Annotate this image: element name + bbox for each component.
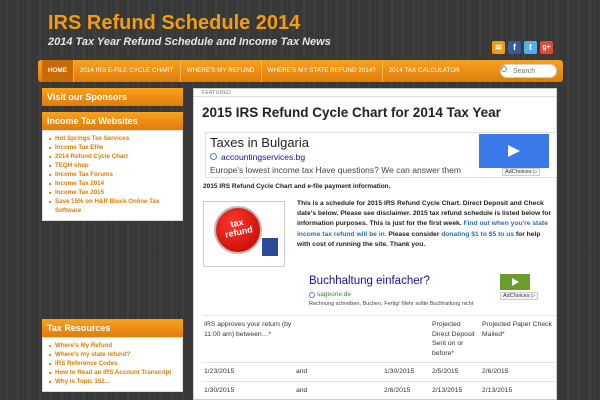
table-header-cell: Projected Paper Check Mailed* [480,315,556,363]
nav-efile-cycle-chart[interactable]: 2014 IRS E-FILE CYCLE CHART [74,60,181,82]
sidebar-link[interactable]: IRS Reference Codes [49,359,179,368]
post-subhead: 2015 IRS Refund Cycle Chart and e-file p… [203,183,391,190]
rss-icon[interactable]: ≋ [492,41,505,54]
table-cell: 1/30/2015 [382,362,430,381]
table-cell: 2/13/2015 [430,380,480,399]
sidebar-link[interactable]: Save 15% on H&R Block Online Tax Softwar… [49,197,179,215]
sidebar-link[interactable]: Hot Springs Tax Services [49,134,179,143]
social-icons: ≋ f t g+ [492,41,553,54]
table-header-cell [382,315,430,363]
ad-banner-taxes-bulgaria[interactable]: Taxes in Bulgaria accountingservices.bg … [205,132,557,178]
nav-state-refund[interactable]: WHERE'S MY STATE REFUND 2014? [262,60,383,82]
nav-wheres-my-refund[interactable]: WHERE'S MY REFUND [181,60,262,82]
ad-banner-sageone[interactable]: Buchhaltung einfacher? sageone.de Rechnu… [306,274,546,312]
sidebar: Visit our Sponsors Income Tax Websites H… [42,88,183,392]
divider [194,96,556,97]
main-nav: HOME 2014 IRS E-FILE CYCLE CHART WHERE'S… [38,60,563,82]
globe-icon [210,153,217,160]
google-plus-icon[interactable]: g+ [540,41,553,54]
sidebar-link[interactable]: 2014 Refund Cycle Chart [49,152,179,161]
ad-url[interactable]: accountingservices.bg [221,152,305,162]
tax-refund-image: tax refund [203,201,285,267]
ad-arrow-button[interactable] [500,274,530,290]
table-cell: 1/30/2015 [202,380,294,399]
table-header-cell: IRS approves your return (by 11:00 am) b… [202,315,294,363]
table-cell: 2/6/2015 [382,380,430,399]
ad-description: Europe's lowest income tax Have question… [210,165,461,175]
table-header-cell: Projected Direct Deposit Sent on or befo… [430,315,480,363]
resources-heading: Tax Resources [42,319,183,337]
ad-title[interactable]: Taxes in Bulgaria [210,135,309,150]
ad-url[interactable]: sageone.de [317,291,351,298]
site-header: IRS Refund Schedule 2014 2014 Tax Year R… [0,0,600,58]
search-input[interactable] [500,64,557,78]
site-subtitle: 2014 Tax Year Refund Schedule and Income… [48,36,331,48]
sidebar-link[interactable]: Where's My Refund [49,341,179,350]
sidebar-link[interactable]: How to Read an IRS Account Transcript [49,368,179,377]
tag-graphic [262,238,278,256]
globe-icon [309,292,315,298]
resources-list: Where's My Refund Where's my state refun… [42,337,183,392]
facebook-icon[interactable]: f [508,41,521,54]
refund-schedule-table: IRS approves your return (by 11:00 am) b… [202,315,556,399]
sidebar-link[interactable]: Income Tax Forums [49,170,179,179]
main-content: FEATURED 2015 IRS Refund Cycle Chart for… [193,88,557,400]
table-cell: 2/5/2015 [430,362,480,381]
table-row: 1/30/2015 and 2/6/2015 2/13/2015 2/13/20… [202,380,556,399]
table-cell: 2/6/2015 [480,362,556,381]
sponsors-heading: Visit our Sponsors [42,88,183,106]
donate-link[interactable]: donating $1 to $5 to us [441,231,514,238]
sidebar-link[interactable]: Income Tax 2014 [49,179,179,188]
sidebar-link[interactable]: Income Tax 2015 [49,188,179,197]
sidebar-link[interactable]: Income Tax Efile [49,143,179,152]
websites-list: Hot Springs Tax Services Income Tax Efil… [42,130,183,221]
site-title[interactable]: IRS Refund Schedule 2014 [48,12,300,35]
ad-arrow-button[interactable] [479,134,549,168]
post-intro: This is a schedule for 2015 IRS Refund C… [297,200,552,248]
ad-description: Rechnung schreiben, Buchen, Fertig! Mehr… [309,301,474,307]
table-cell: 2/13/2015 [480,380,556,399]
table-row: 1/23/2015 and 1/30/2015 2/5/2015 2/6/201… [202,362,556,381]
nav-tax-calculator[interactable]: 2014 TAX CALCULATOR [383,60,466,82]
search-icon [501,66,507,72]
sidebar-link[interactable]: Why is Topic 152... [49,377,179,386]
table-header-row: IRS approves your return (by 11:00 am) b… [202,315,556,363]
twitter-icon[interactable]: t [524,41,537,54]
nav-home[interactable]: HOME [42,60,74,82]
table-header-cell [294,315,382,363]
adchoices-badge[interactable]: AdChoices ▷ [500,292,539,300]
sidebar-link[interactable]: TEQH shop [49,161,179,170]
post-title[interactable]: 2015 IRS Refund Cycle Chart for 2014 Tax… [202,105,501,120]
ad-title[interactable]: Buchhaltung einfacher? [309,275,430,287]
adchoices-badge[interactable]: AdChoices ▷ [502,168,541,176]
sidebar-link[interactable]: Where's my state refund? [49,350,179,359]
websites-heading: Income Tax Websites [42,112,183,130]
table-cell: and [294,362,382,381]
table-cell: 1/23/2015 [202,362,294,381]
table-cell: and [294,380,382,399]
